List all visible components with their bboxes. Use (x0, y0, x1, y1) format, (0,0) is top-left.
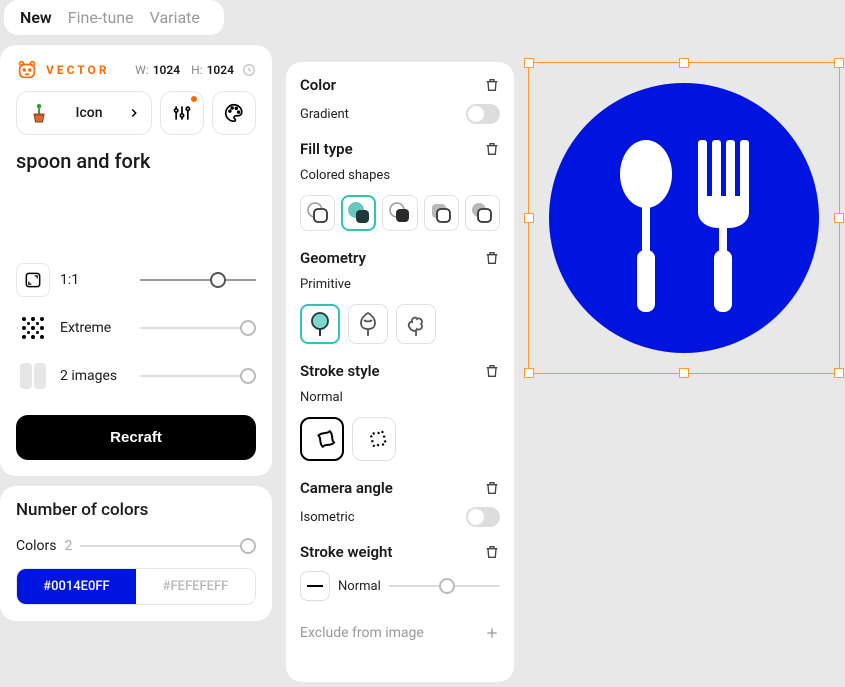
trash-icon (484, 480, 500, 496)
chevron-right-icon (127, 106, 141, 120)
settings-button[interactable] (160, 91, 204, 135)
geometry-option-1[interactable] (300, 304, 340, 344)
notification-dot (191, 96, 197, 102)
resize-handle-lc[interactable] (524, 213, 534, 223)
plant-icon (27, 101, 51, 125)
isometric-label: Isometric (300, 510, 355, 525)
palette-button[interactable] (212, 91, 256, 135)
tab-new[interactable]: New (20, 8, 52, 27)
stroke-style-option-1[interactable] (300, 417, 344, 461)
trash-icon (484, 250, 500, 266)
mode-tabs: New Fine-tune Variate (4, 0, 224, 35)
gradient-label: Gradient (300, 107, 349, 122)
selection-box[interactable] (528, 62, 840, 374)
colors-panel: Number of colors Colors 2 #0014E0FF #FEF… (0, 486, 272, 621)
aspect-icon[interactable] (16, 263, 50, 297)
resize-handle-rc[interactable] (834, 213, 844, 223)
stroke-style-sub: Normal (300, 390, 500, 405)
reset-stroke-weight-button[interactable] (484, 544, 500, 560)
count-label: 2 images (60, 368, 130, 384)
tab-finetune[interactable]: Fine-tune (68, 8, 134, 27)
resize-handle-tc[interactable] (679, 58, 689, 68)
add-exclude-button[interactable] (484, 625, 500, 641)
aspect-slider[interactable] (140, 279, 256, 281)
gradient-toggle[interactable] (466, 104, 500, 124)
stroke-weight-slider[interactable] (389, 585, 500, 587)
prompt-text[interactable]: spoon and fork (16, 149, 256, 173)
exclude-label: Exclude from image (300, 625, 424, 641)
colors-heading: Number of colors (16, 500, 256, 520)
complexity-label: Extreme (60, 320, 130, 336)
geometry-option-2[interactable] (348, 304, 388, 344)
fill-sub: Colored shapes (300, 168, 500, 183)
tab-variate[interactable]: Variate (150, 8, 200, 27)
generate-panel: VECTOR W:1024 H:1024 (0, 45, 272, 476)
style-settings-panel: Color Gradient Fill type Colored shapes … (286, 62, 514, 682)
stroke-weight-sub: Normal (338, 579, 381, 594)
vector-label: VECTOR (46, 63, 110, 77)
colors-count: 2 (64, 538, 72, 554)
complexity-slider[interactable] (140, 327, 256, 329)
color-swatch-1[interactable]: #0014E0FF (17, 569, 136, 604)
clock-icon (242, 63, 256, 77)
section-color-title: Color (300, 76, 336, 94)
resize-handle-br[interactable] (834, 368, 844, 378)
fill-option-5[interactable] (465, 195, 500, 231)
reset-geometry-button[interactable] (484, 250, 500, 266)
section-fill-title: Fill type (300, 140, 353, 158)
sliders-icon (172, 103, 192, 123)
style-chip-label: Icon (75, 105, 102, 121)
section-stroke-style-title: Stroke style (300, 362, 380, 380)
aspect-label: 1:1 (60, 272, 130, 288)
plus-icon (484, 625, 500, 641)
colors-slider[interactable] (80, 545, 256, 547)
resize-handle-bc[interactable] (679, 368, 689, 378)
reset-fill-button[interactable] (484, 141, 500, 157)
reset-camera-button[interactable] (484, 480, 500, 496)
section-stroke-weight-title: Stroke weight (300, 543, 392, 561)
bear-icon (16, 59, 38, 81)
style-chip-icon[interactable]: Icon (16, 91, 152, 135)
section-geometry-title: Geometry (300, 249, 366, 267)
recraft-button[interactable]: Recraft (16, 415, 256, 460)
trash-icon (484, 544, 500, 560)
geometry-option-3[interactable] (396, 304, 436, 344)
color-swatch-2[interactable]: #FEFEFEFF (136, 569, 255, 604)
color-swatches: #0014E0FF #FEFEFEFF (16, 568, 256, 605)
palette-icon (223, 102, 245, 124)
stroke-style-option-2[interactable] (352, 417, 396, 461)
reset-color-button[interactable] (484, 77, 500, 93)
output-canvas[interactable] (528, 62, 840, 374)
reset-stroke-style-button[interactable] (484, 363, 500, 379)
isometric-toggle[interactable] (466, 507, 500, 527)
stroke-weight-preview (300, 571, 330, 601)
fill-option-4[interactable] (424, 195, 459, 231)
resize-handle-bl[interactable] (524, 368, 534, 378)
trash-icon (484, 77, 500, 93)
colors-label: Colors (16, 538, 56, 554)
dimensions[interactable]: W:1024 H:1024 (135, 63, 256, 77)
count-icon[interactable] (16, 359, 50, 393)
resize-handle-tl[interactable] (524, 58, 534, 68)
trash-icon (484, 363, 500, 379)
trash-icon (484, 141, 500, 157)
section-camera-title: Camera angle (300, 479, 393, 497)
fill-option-3[interactable] (382, 195, 417, 231)
resize-handle-tr[interactable] (834, 58, 844, 68)
fill-option-1[interactable] (300, 195, 335, 231)
count-slider[interactable] (140, 375, 256, 377)
geometry-sub: Primitive (300, 277, 500, 292)
complexity-icon[interactable] (16, 311, 50, 345)
fill-option-2[interactable] (341, 195, 376, 231)
